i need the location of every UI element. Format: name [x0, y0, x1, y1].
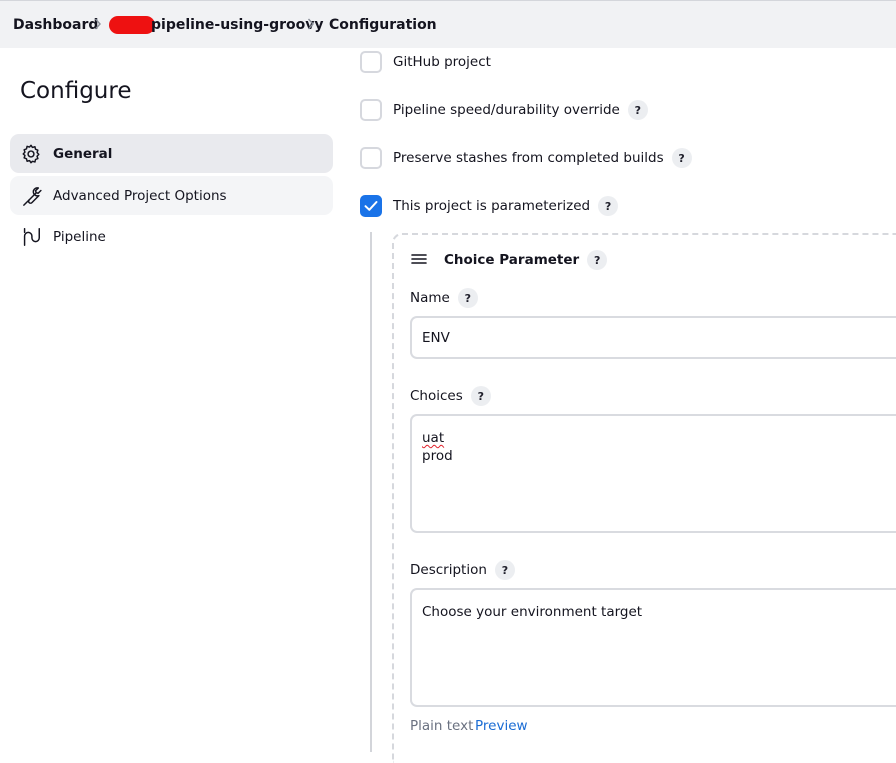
sidebar-item-general[interactable]: General	[10, 134, 333, 173]
checkbox[interactable]	[360, 51, 382, 73]
breadcrumb-job[interactable]: pipeline-using-groovy	[151, 16, 324, 34]
sidebar-item-pipeline[interactable]: Pipeline	[10, 217, 333, 256]
description-text: Choose your environment target	[422, 604, 643, 620]
help-icon[interactable]: ?	[470, 386, 491, 406]
choice-parameter-header: Choice Parameter ?	[410, 249, 608, 271]
checkmark-icon	[364, 201, 378, 211]
description-field-label: Description ?	[410, 560, 515, 580]
help-icon[interactable]: ?	[627, 100, 648, 120]
gear-icon	[20, 143, 42, 165]
wrench-icon	[20, 185, 42, 207]
option-parameterized[interactable]: This project is parameterized ?	[360, 194, 619, 218]
drag-handle-icon[interactable]	[410, 251, 428, 270]
chevron-right-icon	[94, 17, 102, 31]
help-icon[interactable]: ?	[587, 250, 608, 270]
breadcrumb-bar: Dashboard pipeline-using-groovy Configur…	[0, 0, 896, 48]
help-icon[interactable]: ?	[598, 196, 619, 216]
option-label: Pipeline speed/durability override	[393, 102, 620, 118]
choices-label: Choices	[410, 388, 463, 404]
option-github-project[interactable]: GitHub project	[360, 50, 491, 74]
breadcrumb-current[interactable]: Configuration	[329, 16, 437, 34]
choice-line: prod	[422, 448, 453, 464]
checkbox-checked[interactable]	[360, 195, 382, 217]
page-title: Configure	[20, 78, 132, 104]
sidebar-item-advanced-project-options[interactable]: Advanced Project Options	[10, 176, 333, 215]
breadcrumb-dashboard[interactable]: Dashboard	[13, 16, 98, 34]
name-label: Name	[410, 290, 450, 306]
option-preserve-stashes[interactable]: Preserve stashes from completed builds ?	[360, 146, 692, 170]
pipeline-icon	[20, 226, 42, 248]
sidebar-item-label: Advanced Project Options	[53, 187, 227, 204]
choices-textarea[interactable]: uat prod	[410, 414, 896, 533]
sidebar-item-label: Pipeline	[53, 228, 106, 245]
option-label: This project is parameterized	[393, 198, 591, 214]
plain-text-link[interactable]: Plain text	[410, 718, 473, 734]
preview-link[interactable]: Preview	[475, 718, 528, 734]
chevron-right-icon	[307, 17, 315, 31]
sidebar-item-label: General	[53, 145, 113, 162]
name-input[interactable]: ENV	[410, 316, 896, 359]
redacted-folder-name	[109, 16, 155, 34]
help-icon[interactable]: ?	[494, 560, 515, 580]
option-label: Preserve stashes from completed builds	[393, 150, 664, 166]
nested-section-line	[370, 232, 372, 752]
description-label: Description	[410, 562, 487, 578]
help-icon[interactable]: ?	[671, 148, 692, 168]
choice-line: uat	[422, 430, 445, 446]
parameter-type-title: Choice Parameter	[444, 252, 580, 268]
option-label: GitHub project	[393, 54, 491, 70]
checkbox[interactable]	[360, 147, 382, 169]
name-field-label: Name ?	[410, 288, 478, 308]
choices-field-label: Choices ?	[410, 386, 491, 406]
help-icon[interactable]: ?	[457, 288, 478, 308]
description-textarea[interactable]: Choose your environment target	[410, 588, 896, 707]
option-pipeline-speed-durability[interactable]: Pipeline speed/durability override ?	[360, 98, 648, 122]
checkbox[interactable]	[360, 99, 382, 121]
